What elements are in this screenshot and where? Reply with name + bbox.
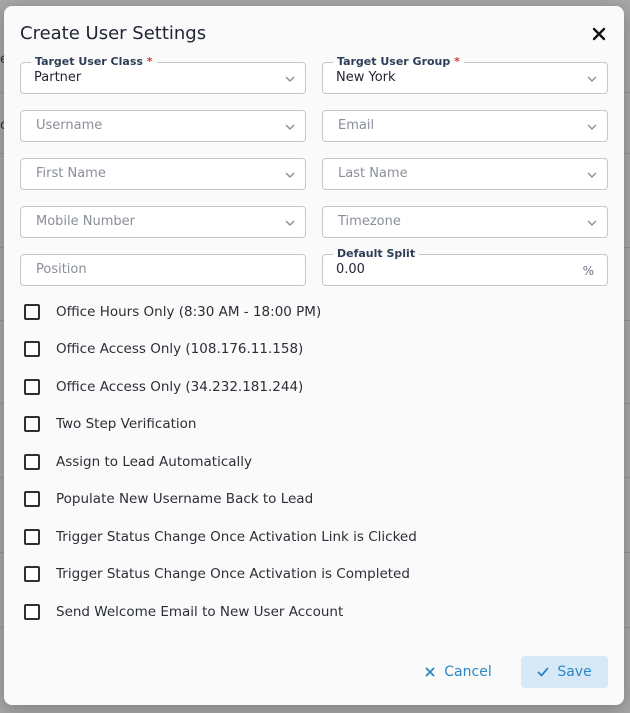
save-button[interactable]: Save [521, 656, 608, 688]
checkbox-label: Office Access Only (108.176.11.158) [56, 341, 304, 357]
first-name-placeholder: First Name [36, 166, 106, 181]
mobile-number-placeholder: Mobile Number [36, 214, 135, 229]
timezone-select[interactable]: Timezone [322, 206, 608, 238]
position-placeholder: Position [36, 262, 87, 277]
default-split-label: Default Split [333, 247, 420, 261]
username-placeholder: Username [36, 118, 103, 133]
checkbox[interactable] [24, 416, 40, 432]
chevron-down-icon [587, 172, 597, 178]
checkbox-label: Send Welcome Email to New User Account [56, 604, 344, 620]
close-button[interactable] [588, 23, 610, 45]
checkbox-label: Trigger Status Change Once Activation Li… [56, 529, 417, 545]
timezone-placeholder: Timezone [338, 214, 401, 229]
checkbox-label: Populate New Username Back to Lead [56, 491, 314, 507]
last-name-select[interactable]: Last Name [322, 158, 608, 190]
target-user-class-select[interactable]: Target User Class * Partner [20, 55, 306, 94]
checkbox-label: Trigger Status Change Once Activation is… [56, 566, 410, 582]
target-user-class-value: Partner [34, 70, 82, 85]
first-name-select[interactable]: First Name [20, 158, 306, 190]
checkbox[interactable] [24, 529, 40, 545]
checkbox[interactable] [24, 491, 40, 507]
checkbox-assign-lead-automatically[interactable]: Assign to Lead Automatically [24, 452, 252, 472]
checkbox-office-hours-only[interactable]: Office Hours Only (8:30 AM - 18:00 PM) [24, 302, 321, 322]
default-split-input[interactable]: Default Split 0.00 % [322, 247, 608, 286]
email-placeholder: Email [338, 118, 375, 133]
checkbox-office-access-ip1[interactable]: Office Access Only (108.176.11.158) [24, 339, 303, 359]
target-user-group-value: New York [336, 70, 396, 85]
mobile-number-select[interactable]: Mobile Number [20, 206, 306, 238]
cancel-label: Cancel [444, 664, 492, 680]
checkbox-trigger-status-link-clicked[interactable]: Trigger Status Change Once Activation Li… [24, 527, 417, 547]
target-user-class-label: Target User Class * [31, 55, 157, 69]
chevron-down-icon [285, 172, 295, 178]
position-input[interactable]: Position [20, 254, 306, 286]
checkbox-two-step-verification[interactable]: Two Step Verification [24, 414, 196, 434]
default-split-value: 0.00 [336, 262, 365, 277]
username-select[interactable]: Username [20, 110, 306, 142]
checkbox[interactable] [24, 379, 40, 395]
checkbox[interactable] [24, 454, 40, 470]
percent-suffix: % [582, 264, 594, 278]
checkbox[interactable] [24, 341, 40, 357]
email-select[interactable]: Email [322, 110, 608, 142]
chevron-down-icon [587, 76, 597, 82]
checkbox-label: Office Hours Only (8:30 AM - 18:00 PM) [56, 304, 322, 320]
checkbox[interactable] [24, 304, 40, 320]
checkbox-label: Assign to Lead Automatically [56, 454, 253, 470]
close-icon [425, 667, 435, 677]
chevron-down-icon [285, 124, 295, 130]
close-icon [592, 27, 606, 41]
chevron-down-icon [587, 220, 597, 226]
create-user-settings-dialog: Create User Settings Target User Class *… [4, 6, 624, 705]
chevron-down-icon [285, 76, 295, 82]
save-label: Save [557, 664, 592, 680]
checkbox-send-welcome-email[interactable]: Send Welcome Email to New User Account [24, 602, 343, 622]
cancel-button[interactable]: Cancel [418, 656, 498, 688]
target-user-group-select[interactable]: Target User Group * New York [322, 55, 608, 94]
checkbox-label: Office Access Only (34.232.181.244) [56, 379, 304, 395]
checkbox[interactable] [24, 604, 40, 620]
checkbox-label: Two Step Verification [56, 416, 197, 432]
checkbox-populate-username[interactable]: Populate New Username Back to Lead [24, 489, 313, 509]
checkbox-trigger-status-activation-completed[interactable]: Trigger Status Change Once Activation is… [24, 564, 410, 584]
checkbox[interactable] [24, 566, 40, 582]
target-user-group-label: Target User Group * [333, 55, 464, 69]
check-icon [537, 667, 549, 677]
dialog-title: Create User Settings [20, 23, 207, 44]
chevron-down-icon [587, 124, 597, 130]
last-name-placeholder: Last Name [338, 166, 408, 181]
checkbox-office-access-ip2[interactable]: Office Access Only (34.232.181.244) [24, 377, 303, 397]
chevron-down-icon [285, 220, 295, 226]
